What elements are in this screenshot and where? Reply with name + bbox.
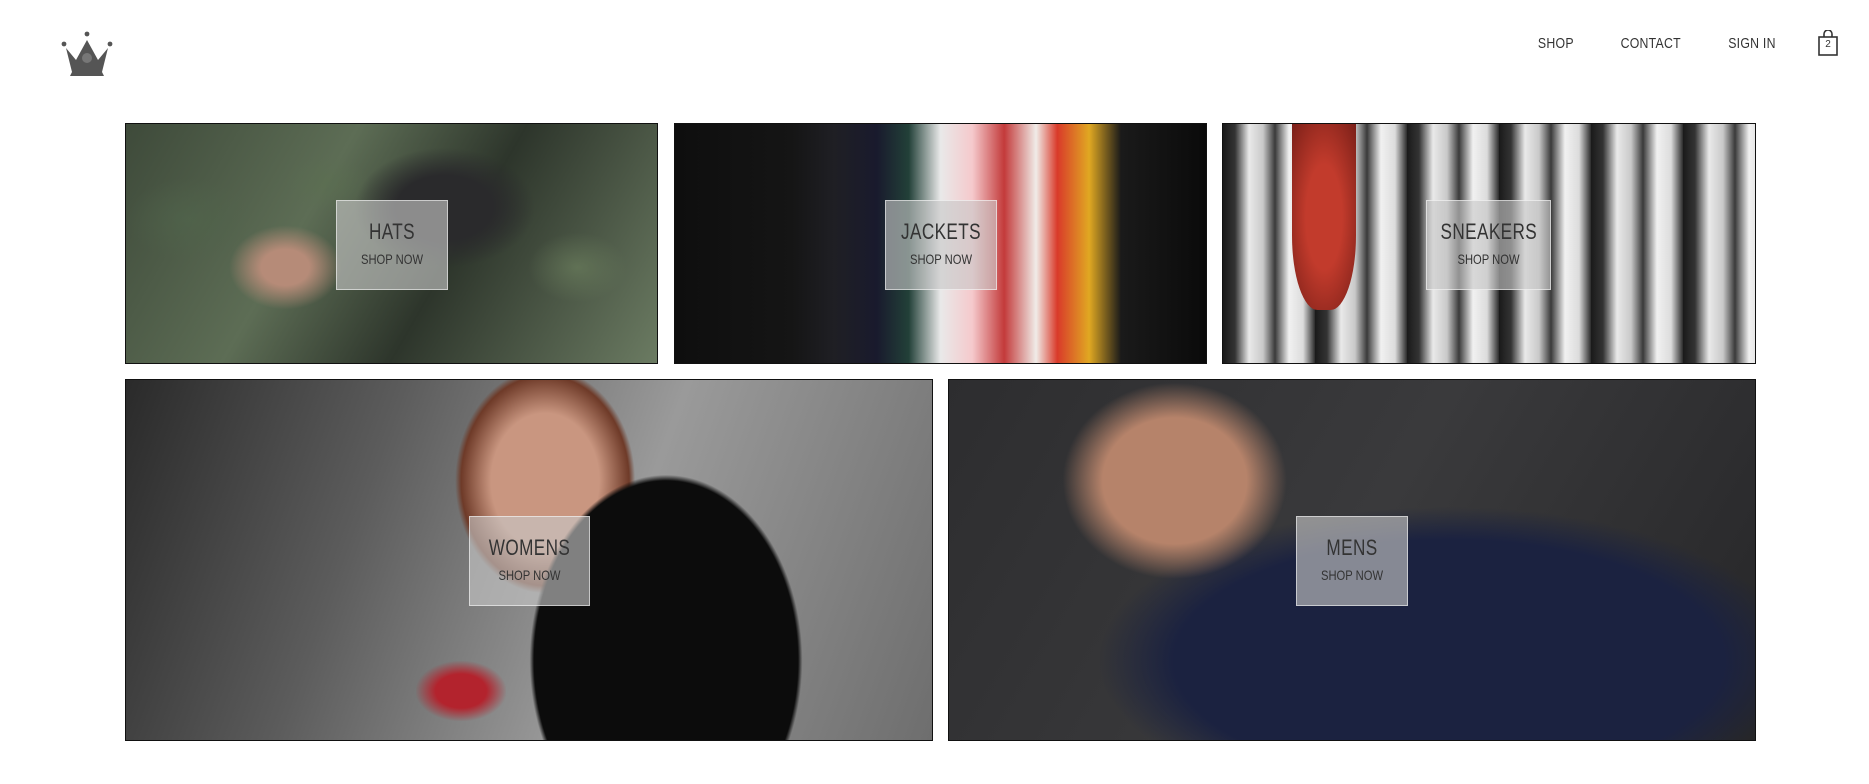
mens-label-box[interactable]: MENS SHOP NOW [1296,516,1408,606]
shop-now-link[interactable]: SHOP NOW [1439,251,1537,267]
shop-now-link[interactable]: SHOP NOW [482,567,577,583]
jackets-label-box[interactable]: JACKETS SHOP NOW [885,200,997,290]
category-tile-sneakers[interactable]: SNEAKERS SHOP NOW [1222,123,1756,364]
main-nav: SHOP CONTACT SIGN IN 2 [1534,28,1869,58]
rose-print-shape [416,660,507,721]
crown-icon[interactable] [60,30,114,76]
cart-button[interactable]: 2 [1817,29,1839,56]
red-sneaker-shape [1292,124,1356,311]
category-tile-womens[interactable]: WOMENS SHOP NOW [125,379,933,741]
shop-now-link[interactable]: SHOP NOW [1308,567,1396,583]
category-title: WOMENS [488,535,571,560]
nav-contact-link[interactable]: CONTACT [1620,35,1680,52]
sneakers-label-box[interactable]: SNEAKERS SHOP NOW [1426,200,1551,290]
category-title: HATS [368,219,416,244]
hats-label-box[interactable]: HATS SHOP NOW [336,200,448,290]
category-tile-mens[interactable]: MENS SHOP NOW [948,379,1756,741]
nav-shop-link[interactable]: SHOP [1538,35,1574,52]
category-tile-hats[interactable]: HATS SHOP NOW [125,123,658,364]
site-header: SHOP CONTACT SIGN IN 2 [0,0,1869,100]
category-title: SNEAKERS [1440,219,1538,244]
shop-now-link[interactable]: SHOP NOW [348,251,436,267]
category-title: JACKETS [901,219,981,244]
category-tile-jackets[interactable]: JACKETS SHOP NOW [674,123,1207,364]
category-title: MENS [1326,535,1378,560]
shop-now-link[interactable]: SHOP NOW [897,251,985,267]
cart-count: 2 [1825,39,1831,50]
nav-sign-in-link[interactable]: SIGN IN [1728,35,1776,52]
womens-label-box[interactable]: WOMENS SHOP NOW [469,516,590,606]
